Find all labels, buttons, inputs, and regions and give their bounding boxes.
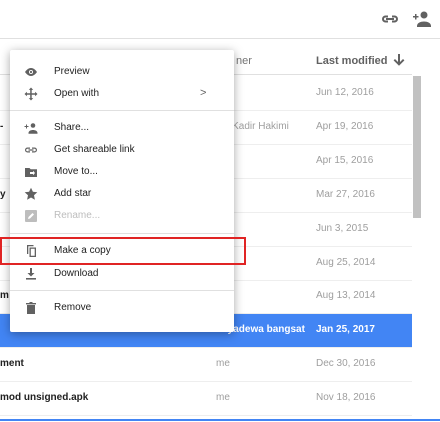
link-icon [25, 147, 37, 153]
menu-item-add-star[interactable]: Add star [10, 183, 234, 205]
file-name: y [0, 189, 6, 200]
menu-item-open-with[interactable]: Open with > [10, 83, 234, 105]
file-date: Mar 27, 2016 [316, 189, 375, 200]
menu-item-label: Move to... [54, 166, 98, 177]
file-date: Jan 25, 2017 [316, 324, 375, 335]
file-date: Dec 30, 2016 [316, 358, 376, 369]
owner-column-header[interactable]: ner [236, 55, 252, 67]
rename-pencil-icon [25, 210, 37, 222]
menu-item-label: Add star [54, 188, 92, 199]
menu-item-label: Preview [54, 66, 90, 77]
arrow-down-icon[interactable] [393, 53, 405, 67]
add-person-icon[interactable] [410, 7, 434, 31]
file-date: Aug 25, 2014 [316, 257, 376, 268]
menu-item-label: Download [54, 268, 99, 279]
file-owner: me [216, 392, 230, 403]
menu-item-label: Share... [54, 122, 90, 133]
add-person-icon [24, 123, 38, 134]
file-name: ment [0, 358, 24, 369]
file-date: Aug 13, 2014 [316, 290, 376, 301]
context-menu: Preview Open with > Share... Get shareab… [10, 50, 234, 332]
menu-item-move-to[interactable]: Move to... [10, 161, 234, 183]
folder-move-icon [25, 168, 37, 177]
scrollbar[interactable] [413, 76, 421, 218]
chevron-right-icon: > [200, 87, 207, 99]
star-icon [24, 187, 38, 200]
menu-item-get-shareable-link[interactable]: Get shareable link [10, 139, 234, 161]
file-date: Nov 18, 2016 [316, 392, 376, 403]
file-owner: me [216, 358, 230, 369]
menu-item-download[interactable]: Download [10, 263, 234, 285]
menu-item-label: Rename... [54, 210, 101, 221]
menu-divider [10, 233, 234, 234]
file-row[interactable]: ment me Dec 30, 2016 [0, 348, 412, 382]
menu-item-share[interactable]: Share... [10, 117, 234, 139]
menu-item-label: Remove [54, 302, 92, 313]
menu-item-label: Get shareable link [54, 144, 135, 155]
menu-item-remove[interactable]: Remove [10, 297, 234, 319]
highlight-box [0, 237, 246, 265]
menu-item-label: Open with [54, 88, 100, 99]
file-name: m [0, 290, 9, 301]
file-date: Jun 12, 2016 [316, 87, 374, 98]
file-date: Apr 15, 2016 [316, 155, 374, 166]
last-modified-column-header[interactable]: Last modified [316, 55, 388, 67]
bottom-accent-line [0, 419, 440, 421]
toolbar [0, 0, 440, 39]
file-row[interactable]: mod unsigned.apk me Nov 18, 2016 [0, 382, 412, 416]
link-icon[interactable] [378, 7, 402, 31]
file-date: Apr 19, 2016 [316, 121, 374, 132]
file-date: Jun 3, 2015 [316, 223, 369, 234]
trash-icon [26, 302, 36, 314]
menu-item-rename: Rename... [10, 205, 234, 227]
menu-divider [10, 110, 234, 111]
move-arrows-icon [24, 87, 38, 101]
download-icon [26, 268, 36, 280]
file-name: mod unsigned.apk [0, 392, 89, 403]
menu-divider [10, 290, 234, 291]
menu-item-preview[interactable]: Preview [10, 61, 234, 83]
eye-icon [25, 68, 37, 76]
file-name: - [0, 121, 4, 132]
